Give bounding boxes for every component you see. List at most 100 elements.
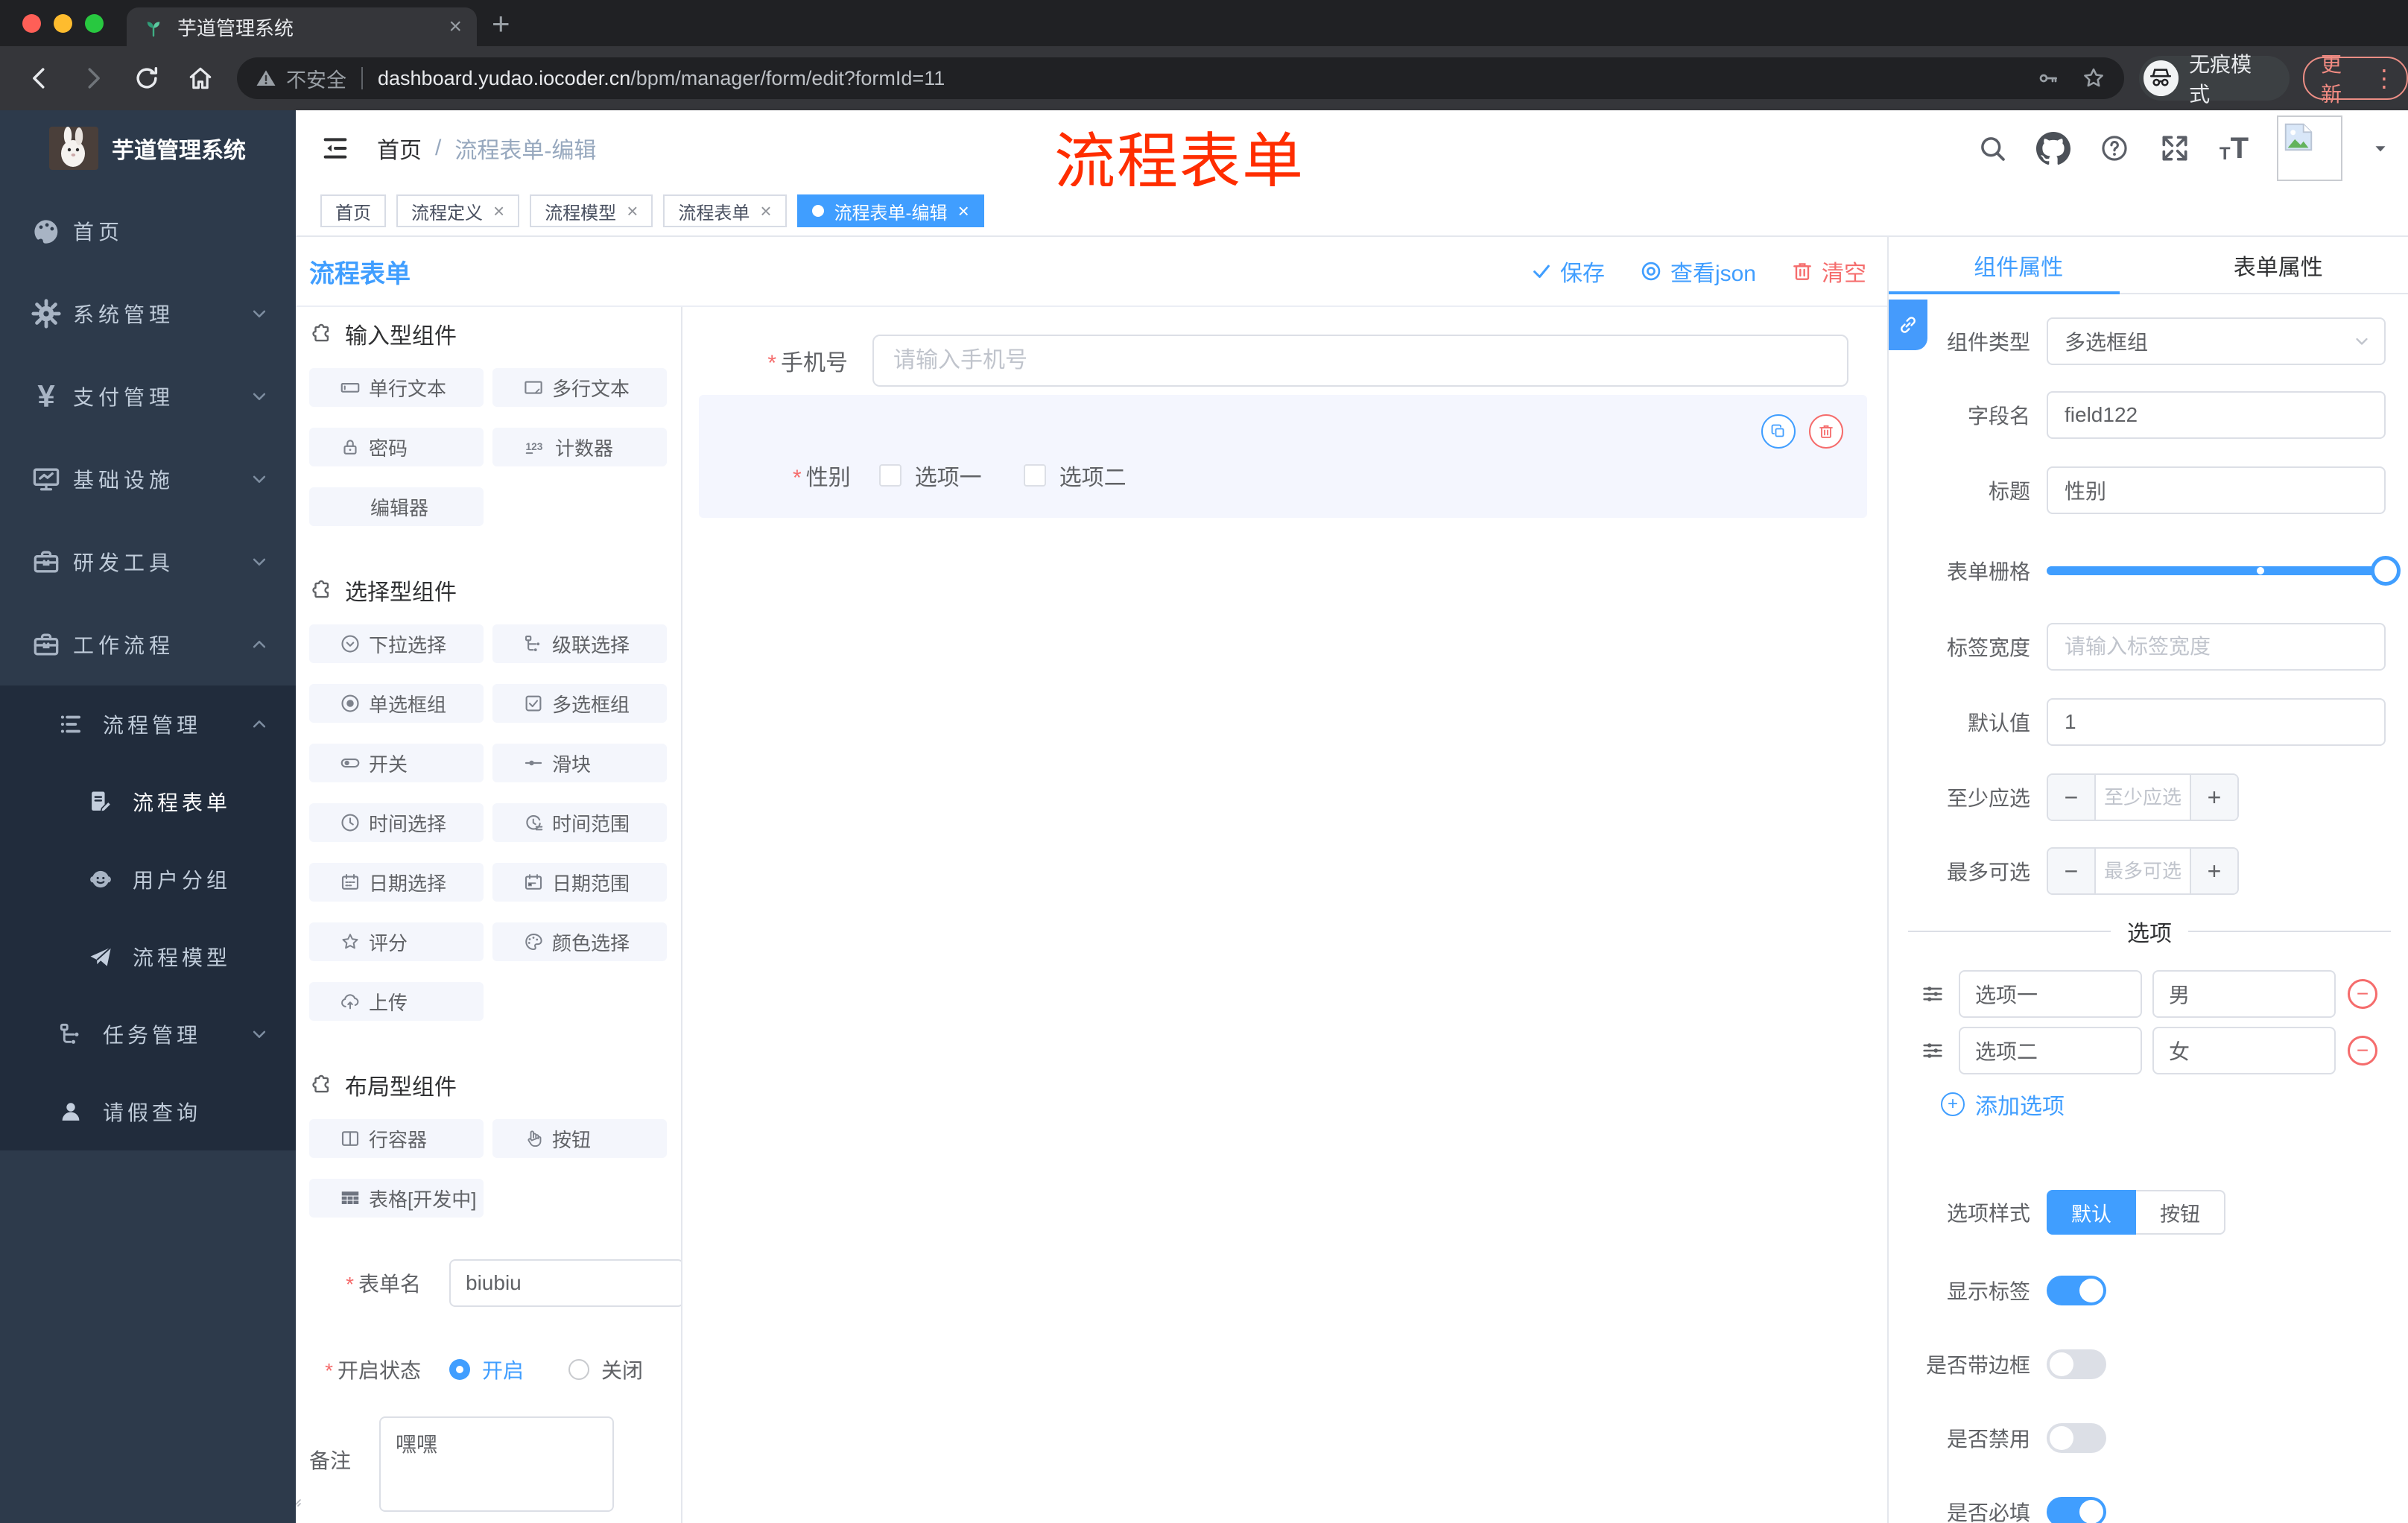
palette-item-time-picker[interactable]: 时间选择 [309,803,484,842]
canvas-selected-gender-field[interactable]: * 性别 选项一 选项二 [699,395,1867,518]
tag-process-definition[interactable]: 流程定义 × [396,194,520,227]
palette-item-slider[interactable]: 滑块 [492,744,667,782]
status-on-label[interactable]: 开启 [482,1355,524,1384]
gender-option-1[interactable]: 选项一 [878,459,982,492]
tab-form-props[interactable]: 表单属性 [2149,237,2408,293]
option-label-input[interactable] [1959,970,2142,1018]
palette-item-radio-group[interactable]: 单选框组 [309,684,484,723]
component-type-select[interactable]: 多选框组 [2047,317,2386,365]
phone-input[interactable] [872,335,1848,387]
palette-item-counter[interactable]: 123 计数器 [492,428,667,466]
tag-home[interactable]: 首页 [320,194,386,227]
slider-track[interactable] [2047,566,2386,575]
sidebar-item-payment[interactable]: ¥ 支付管理 [0,355,296,437]
sidebar-item-process-form[interactable]: 流程表单 [0,763,296,840]
palette-item-single-line-text[interactable]: 单行文本 [309,368,484,407]
palette-item-checkbox-group[interactable]: 多选框组 [492,684,667,723]
resize-handle-icon[interactable] [296,1494,303,1509]
forward-icon[interactable] [79,64,107,92]
copy-component-button[interactable] [1761,414,1796,449]
option-value-input[interactable] [2152,970,2336,1018]
palette-item-rate[interactable]: 评分 [309,922,484,961]
field-name-input[interactable] [2047,391,2386,439]
palette-item-editor[interactable]: 编辑器 [309,487,484,526]
style-default-button[interactable]: 默认 [2047,1190,2136,1235]
tag-close-icon[interactable]: × [493,200,504,223]
palette-item-date-picker[interactable]: 日期选择 [309,863,484,902]
max-select-input[interactable] [2094,849,2191,893]
browser-menu-kebab-icon[interactable]: ⋮ [2372,64,2396,92]
tag-close-icon[interactable]: × [760,200,771,223]
window-close-button[interactable] [22,13,41,33]
option-value-input[interactable] [2152,1027,2336,1074]
border-toggle[interactable] [2047,1349,2106,1379]
breadcrumb-home[interactable]: 首页 [377,132,422,165]
palette-item-time-range[interactable]: 时间范围 [492,803,667,842]
palette-item-upload[interactable]: 上传 [309,982,484,1021]
title-input[interactable] [2047,466,2386,514]
remove-option-button[interactable]: − [2348,979,2377,1009]
sidebar-item-task-management[interactable]: 任务管理 [0,995,296,1073]
min-select-input[interactable] [2094,775,2191,820]
avatar[interactable] [2277,115,2342,181]
required-toggle[interactable] [2047,1497,2106,1523]
add-option-button[interactable]: + 添加选项 [1941,1091,2065,1119]
canvas-phone-field[interactable]: * 手机号 [682,335,1887,387]
gender-option-2[interactable]: 选项二 [1023,459,1127,492]
delete-component-button[interactable] [1809,414,1843,449]
checkbox-icon[interactable] [1023,464,1046,487]
stepper-plus-button[interactable]: + [2191,849,2237,893]
home-icon[interactable] [186,64,215,92]
checkbox-icon[interactable] [878,464,902,487]
status-off-label[interactable]: 关闭 [601,1355,643,1384]
option-label-input[interactable] [1959,1027,2142,1074]
stepper-minus-button[interactable]: − [2048,849,2094,893]
status-on-radio[interactable] [449,1359,470,1380]
reload-icon[interactable] [133,64,161,92]
clear-button[interactable]: 清空 [1790,255,1866,288]
palette-item-cascader[interactable]: 级联选择 [492,624,667,663]
sidebar-item-home[interactable]: 首页 [0,189,296,272]
palette-item-table[interactable]: 表格[开发中] [309,1179,484,1218]
form-name-input[interactable] [449,1259,681,1307]
sidebar-item-process-model[interactable]: 流程模型 [0,918,296,995]
menu-fold-icon[interactable] [320,133,350,163]
help-icon[interactable] [2099,133,2130,164]
sidebar-item-workflow[interactable]: 工作流程 [0,603,296,685]
sidebar-item-devtools[interactable]: 研发工具 [0,520,296,603]
remove-option-button[interactable]: − [2348,1036,2377,1066]
view-json-button[interactable]: 查看json [1639,255,1756,288]
palette-item-date-range[interactable]: 日期范围 [492,863,667,902]
sidebar-item-leave-query[interactable]: 请假查询 [0,1073,296,1150]
form-remark-textarea[interactable]: 嘿嘿 [379,1416,615,1512]
style-button-button[interactable]: 按钮 [2136,1190,2225,1235]
form-grid-slider[interactable] [2047,547,2401,595]
stepper-minus-button[interactable]: − [2048,775,2094,820]
tab-component-props[interactable]: 组件属性 [1889,237,2149,293]
drag-handle-icon[interactable] [1920,981,1945,1007]
browser-tab[interactable]: 芋道管理系统 × [127,7,477,46]
palette-item-multi-line-text[interactable]: 多行文本 [492,368,667,407]
window-zoom-button[interactable] [85,13,104,33]
sidebar-item-user-groups[interactable]: 用户分组 [0,840,296,918]
drag-handle-icon[interactable] [1920,1038,1945,1063]
tab-close-icon[interactable]: × [449,16,462,38]
tag-process-model[interactable]: 流程模型 × [530,194,653,227]
fullscreen-icon[interactable] [2158,132,2191,165]
tag-close-icon[interactable]: × [958,200,969,223]
stepper-plus-button[interactable]: + [2191,775,2237,820]
palette-item-row-container[interactable]: 行容器 [309,1119,484,1158]
search-icon[interactable] [1977,133,2008,164]
avatar-caret-icon[interactable] [2371,139,2390,158]
back-icon[interactable] [25,64,54,92]
new-tab-button[interactable]: + [492,6,510,42]
url-bar[interactable]: 不安全 dashboard.yudao.iocoder.cn /bpm/mana… [237,57,2124,99]
save-button[interactable]: 保存 [1530,255,1605,288]
palette-item-switch[interactable]: 开关 [309,744,484,782]
sidebar-logo[interactable]: 芋道管理系统 [0,110,296,186]
disabled-toggle[interactable] [2047,1423,2106,1453]
tag-close-icon[interactable]: × [627,200,638,223]
window-minimize-button[interactable] [54,13,72,33]
palette-item-color-picker[interactable]: 颜色选择 [492,922,667,961]
tag-process-form[interactable]: 流程表单 × [663,194,787,227]
